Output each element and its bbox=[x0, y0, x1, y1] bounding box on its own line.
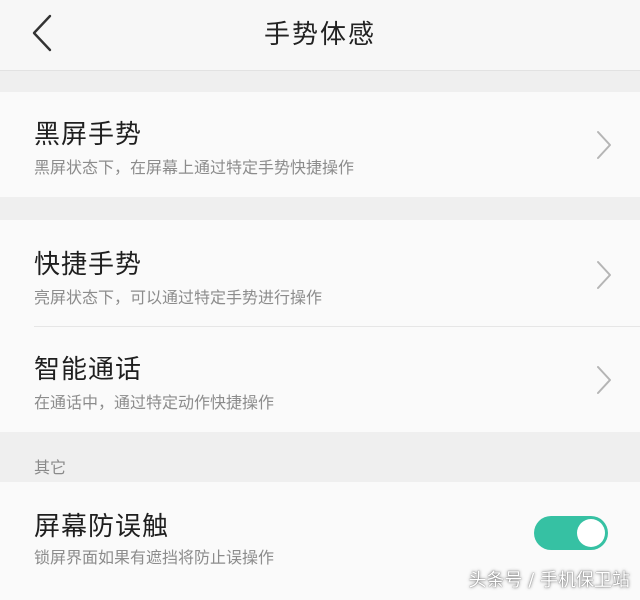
quick-gesture-row[interactable]: 快捷手势 亮屏状态下，可以通过特定手势进行操作 bbox=[0, 220, 640, 326]
anti-mistouch-subtitle: 锁屏界面如果有遮挡将防止误操作 bbox=[34, 548, 275, 567]
black-screen-gesture-title: 黑屏手势 bbox=[34, 120, 143, 150]
quick-gesture-title: 快捷手势 bbox=[34, 250, 143, 280]
anti-mistouch-toggle[interactable] bbox=[534, 516, 608, 550]
anti-mistouch-title: 屏幕防误触 bbox=[34, 512, 170, 542]
black-screen-gesture-row[interactable]: 黑屏手势 黑屏状态下，在屏幕上通过特定手势快捷操作 bbox=[0, 92, 640, 197]
black-screen-gesture-subtitle: 黑屏状态下，在屏幕上通过特定手势快捷操作 bbox=[34, 158, 355, 177]
quick-gesture-subtitle: 亮屏状态下，可以通过特定手势进行操作 bbox=[34, 288, 323, 307]
chevron-right-icon bbox=[597, 366, 611, 394]
smart-call-title: 智能通话 bbox=[34, 355, 143, 385]
smart-call-subtitle: 在通话中，通过特定动作快捷操作 bbox=[34, 393, 275, 412]
smart-call-row[interactable]: 智能通话 在通话中，通过特定动作快捷操作 bbox=[0, 327, 640, 432]
page-title: 手势体感 bbox=[263, 20, 376, 50]
toggle-knob bbox=[577, 519, 605, 547]
section-label-other: 其它 bbox=[34, 458, 67, 477]
settings-card-black-screen: 黑屏手势 黑屏状态下，在屏幕上通过特定手势快捷操作 bbox=[0, 92, 640, 197]
chevron-right-icon bbox=[597, 131, 611, 159]
section-gap bbox=[0, 197, 640, 220]
section-gap bbox=[0, 71, 640, 92]
section-header-other: 其它 bbox=[0, 432, 640, 482]
watermark-text: 头条号 / 手机保卫站 bbox=[468, 570, 630, 591]
top-bar: 手势体感 bbox=[0, 0, 640, 71]
chevron-right-icon bbox=[597, 261, 611, 289]
settings-card-gestures: 快捷手势 亮屏状态下，可以通过特定手势进行操作 智能通话 在通话中，通过特定动作… bbox=[0, 220, 640, 432]
